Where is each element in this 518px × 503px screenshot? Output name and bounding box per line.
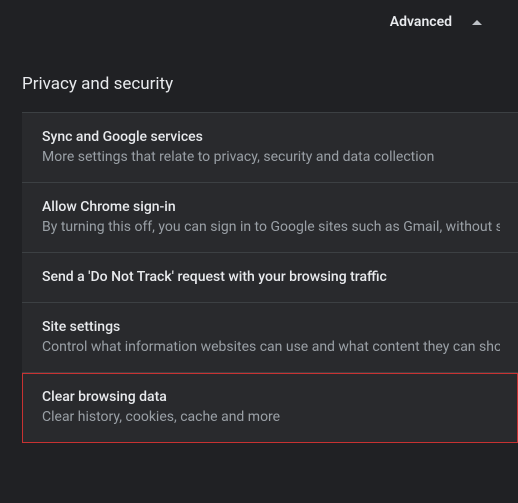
advanced-toggle[interactable]: Advanced — [0, 0, 518, 44]
item-desc: Control what information websites can us… — [42, 339, 500, 355]
settings-item-site-settings[interactable]: Site settings Control what information w… — [22, 303, 518, 373]
privacy-settings-list: Sync and Google services More settings t… — [22, 112, 518, 443]
chevron-up-icon — [472, 20, 482, 25]
item-title: Clear browsing data — [42, 389, 500, 405]
settings-item-signin[interactable]: Allow Chrome sign-in By turning this off… — [22, 183, 518, 253]
item-desc: By turning this off, you can sign in to … — [42, 219, 500, 235]
item-title: Sync and Google services — [42, 129, 500, 145]
advanced-label: Advanced — [390, 14, 452, 30]
item-title: Send a 'Do Not Track' request with your … — [42, 269, 500, 285]
section-title: Privacy and security — [0, 44, 518, 112]
item-desc: Clear history, cookies, cache and more — [42, 409, 500, 425]
settings-item-dnt[interactable]: Send a 'Do Not Track' request with your … — [22, 253, 518, 303]
item-title: Site settings — [42, 319, 500, 335]
item-desc: More settings that relate to privacy, se… — [42, 149, 500, 165]
item-title: Allow Chrome sign-in — [42, 199, 500, 215]
settings-item-sync[interactable]: Sync and Google services More settings t… — [22, 113, 518, 183]
settings-item-clear-data[interactable]: Clear browsing data Clear history, cooki… — [22, 373, 518, 443]
